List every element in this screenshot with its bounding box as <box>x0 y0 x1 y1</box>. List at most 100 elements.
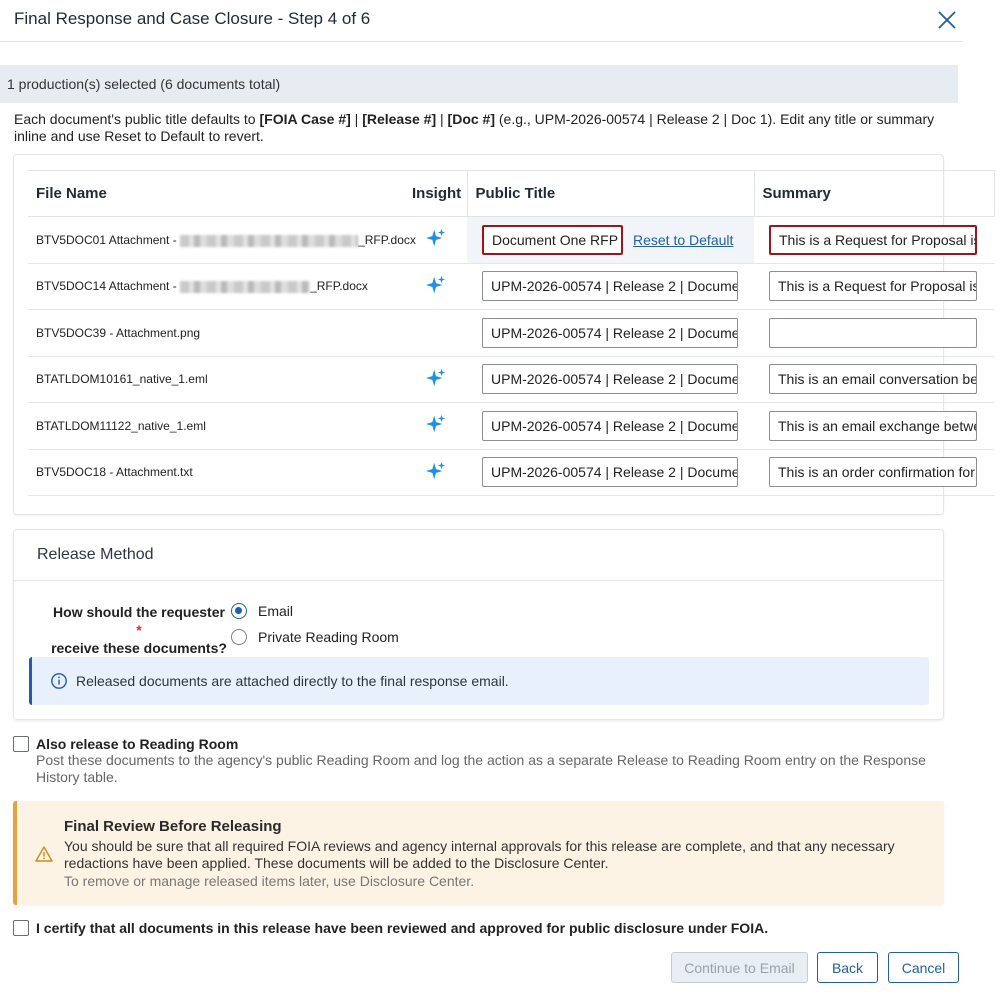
summary-cell <box>754 309 994 357</box>
public-title-cell: UPM-2026-00574 | Release 2 | Documen <box>467 263 754 310</box>
documents-table: File Name Insight Public Title Summary B… <box>28 170 995 496</box>
redacted-filename-segment <box>180 234 359 247</box>
question-line-2: receive these documents? <box>51 640 227 656</box>
file-name-cell: BTATLDOM10161_native_1.eml <box>28 356 404 403</box>
question-line-1: How should the requester <box>53 604 225 620</box>
public-title-cell: UPM-2026-00574 | Release 2 | Documen <box>467 449 754 496</box>
summary-input[interactable] <box>769 317 977 348</box>
summary-cell: This is an order confirmation for <box>754 449 994 496</box>
reading-room-description: Post these documents to the agency's pub… <box>36 752 926 785</box>
file-name: BTV5DOC39 - Attachment.png <box>36 325 201 340</box>
release-method-card: Release Method How should the requester … <box>13 529 944 720</box>
summary-cell: This is a Request for Proposal is <box>754 216 994 264</box>
table-row: BTV5DOC18 - Attachment.txt UPM-2026-0057… <box>28 449 994 496</box>
column-header-public-title[interactable]: Public Title <box>466 170 754 217</box>
table-row: BTV5DOC01 Attachment - _RFP.docx Documen… <box>28 216 994 264</box>
radio-button[interactable] <box>231 629 247 645</box>
insight-cell <box>404 402 467 450</box>
cancel-button[interactable]: Cancel <box>888 952 959 983</box>
public-title-cell: UPM-2026-00574 | Release 2 | Documen <box>467 402 754 450</box>
file-name-cell: BTV5DOC39 - Attachment.png <box>28 309 404 357</box>
file-name-cell: BTV5DOC18 - Attachment.txt <box>28 449 404 496</box>
file-name: BTATLDOM10161_native_1.eml <box>36 372 208 387</box>
radio-button-selected[interactable] <box>231 603 247 619</box>
certify-label[interactable]: I certify that all documents in this rel… <box>36 920 768 936</box>
file-name-suffix: _RFP.docx <box>310 279 368 294</box>
sparkle-insight-icon[interactable] <box>425 227 447 249</box>
summary-cell: This is an email conversation be <box>754 356 994 403</box>
file-name: BTATLDOM11122_native_1.eml <box>36 418 206 433</box>
public-title-input[interactable]: UPM-2026-00574 | Release 2 | Documen <box>482 271 738 302</box>
insight-cell <box>404 263 467 310</box>
selection-bar: 1 production(s) selected (6 documents to… <box>0 65 958 103</box>
insight-cell <box>404 449 467 496</box>
info-text: Released documents are attached directly… <box>76 673 509 689</box>
sparkle-insight-icon[interactable] <box>425 413 447 435</box>
sparkle-insight-icon[interactable] <box>425 460 447 482</box>
reading-room-label[interactable]: Also release to Reading Room <box>36 736 238 752</box>
dialog-header: Final Response and Case Closure - Step 4… <box>0 0 962 42</box>
summary-input[interactable]: This is a Request for Proposal is <box>769 224 977 255</box>
required-indicator: * <box>136 622 142 638</box>
public-title-input[interactable]: UPM-2026-00574 | Release 2 | Documen <box>482 457 738 488</box>
radio-option-private-reading-room[interactable]: Private Reading Room <box>231 629 399 645</box>
close-icon[interactable] <box>934 7 960 33</box>
intro-prefix: Each document's public title defaults to <box>14 111 260 127</box>
summary-input[interactable]: This is a Request for Proposal is <box>769 271 977 302</box>
column-header-insight[interactable]: Insight <box>404 170 467 217</box>
back-button[interactable]: Back <box>817 952 878 983</box>
public-title-input[interactable]: UPM-2026-00574 | Release 2 | Documen <box>482 364 738 395</box>
public-title-cell: UPM-2026-00574 | Release 2 | Documen <box>467 309 754 357</box>
final-review-warning: Final Review Before Releasing You should… <box>13 801 944 905</box>
public-title-cell: Document One RFP Reset to Default <box>467 216 754 264</box>
reading-room-checkbox[interactable] <box>13 736 29 752</box>
summary-input[interactable]: This is an order confirmation for <box>769 457 977 488</box>
radio-label-private-reading-room[interactable]: Private Reading Room <box>258 629 399 645</box>
summary-input[interactable]: This is an email exchange betwe <box>769 410 977 441</box>
sparkle-insight-icon[interactable] <box>425 367 447 389</box>
radio-label-email[interactable]: Email <box>258 603 293 619</box>
divider <box>14 580 943 581</box>
column-header-summary[interactable]: Summary <box>753 170 995 217</box>
file-name-cell: BTV5DOC01 Attachment - _RFP.docx <box>28 216 416 264</box>
file-name: BTV5DOC18 - Attachment.txt <box>36 465 193 480</box>
info-callout: Released documents are attached directly… <box>29 657 929 705</box>
release-method-question: How should the requester * receive these… <box>49 603 229 657</box>
insight-cell <box>404 356 467 403</box>
file-name-cell: BTATLDOM11122_native_1.eml <box>28 402 404 450</box>
final-review-subtext: To remove or manage released items later… <box>64 873 475 889</box>
reset-to-default-link[interactable]: Reset to Default <box>633 232 733 248</box>
table-header-row: File Name Insight Public Title Summary <box>28 170 995 217</box>
summary-input[interactable]: This is an email conversation be <box>769 364 977 395</box>
table-row: BTATLDOM11122_native_1.eml UPM-2026-0057… <box>28 402 994 450</box>
intro-separator: | <box>350 111 363 127</box>
summary-cell: This is a Request for Proposal is <box>754 263 994 310</box>
file-name-cell: BTV5DOC14 Attachment - _RFP.docx <box>28 263 404 310</box>
intro-separator: | <box>436 111 448 127</box>
table-row: BTV5DOC39 - Attachment.png UPM-2026-0057… <box>28 309 994 357</box>
public-title-input[interactable]: Document One RFP <box>482 224 623 255</box>
warning-icon <box>35 846 53 862</box>
public-title-input[interactable]: UPM-2026-00574 | Release 2 | Documen <box>482 410 738 441</box>
column-header-file-name[interactable]: File Name <box>28 170 404 217</box>
intro-token-case: [FOIA Case #] <box>259 111 351 127</box>
file-name: BTV5DOC01 Attachment - <box>36 232 181 247</box>
table-row: BTATLDOM10161_native_1.eml UPM-2026-0057… <box>28 356 994 403</box>
public-title-input[interactable]: UPM-2026-00574 | Release 2 | Documen <box>482 317 738 348</box>
certify-checkbox[interactable] <box>13 920 29 936</box>
final-review-title: Final Review Before Releasing <box>64 818 282 835</box>
final-review-body: You should be sure that all required FOI… <box>64 838 895 871</box>
selection-count-text: 1 production(s) selected (6 documents to… <box>7 76 281 92</box>
intro-token-release: [Release #] <box>362 111 437 127</box>
summary-cell: This is an email exchange betwe <box>754 402 994 450</box>
release-method-title: Release Method <box>37 546 154 563</box>
intro-text: Each document's public title defaults to… <box>14 111 944 145</box>
public-title-cell: UPM-2026-00574 | Release 2 | Documen <box>467 356 754 403</box>
continue-to-email-button[interactable]: Continue to Email <box>671 952 808 983</box>
table-row: BTV5DOC14 Attachment - _RFP.docx UPM-202… <box>28 263 994 310</box>
redacted-filename-segment <box>180 281 311 294</box>
info-icon <box>51 673 67 689</box>
file-name: BTV5DOC14 Attachment - <box>36 279 181 294</box>
sparkle-insight-icon[interactable] <box>425 274 447 296</box>
radio-option-email[interactable]: Email <box>231 603 293 619</box>
